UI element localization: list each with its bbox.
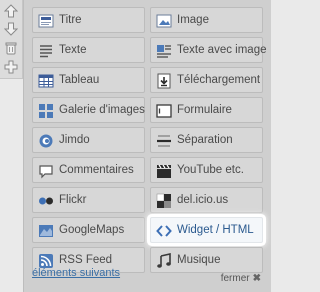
widget-button-googlemaps[interactable]: GoogleMaps xyxy=(32,217,145,243)
widget-label: Galerie d'images xyxy=(59,104,145,116)
jimdo-icon xyxy=(39,134,53,148)
widget-button-text-image[interactable]: Texte avec image xyxy=(150,37,267,63)
widget-label: Jimdo xyxy=(59,134,90,146)
widget-button-comments[interactable]: Commentaires xyxy=(32,157,145,183)
widget-button-title[interactable]: Titre xyxy=(32,7,145,33)
widget-button-jimdo[interactable]: Jimdo xyxy=(32,127,145,153)
close-label: fermer xyxy=(220,273,250,284)
widget-button-table[interactable]: Tableau xyxy=(32,67,145,93)
separator-icon xyxy=(157,135,171,147)
flickr-icon xyxy=(39,197,53,205)
widget-button-separator[interactable]: Séparation xyxy=(150,127,263,153)
title-icon xyxy=(38,14,54,28)
arrow-up-icon[interactable] xyxy=(4,4,18,18)
text-image-icon xyxy=(157,45,171,58)
text-icon xyxy=(40,45,52,58)
widget-label: Texte avec image xyxy=(177,44,267,56)
widget-button-gallery[interactable]: Galerie d'images xyxy=(32,97,145,123)
download-icon xyxy=(157,73,171,89)
widget-button-html[interactable]: Widget / HTML xyxy=(150,217,263,243)
music-icon xyxy=(157,253,171,268)
widget-label: GoogleMaps xyxy=(59,224,125,236)
widget-button-text[interactable]: Texte xyxy=(32,37,145,63)
widget-button-video[interactable]: YouTube etc. xyxy=(150,157,263,183)
close-icon: ✖ xyxy=(252,273,261,284)
widget-label: Formulaire xyxy=(177,104,232,116)
widget-button-music[interactable]: Musique xyxy=(150,247,263,273)
widget-label: Tableau xyxy=(59,74,100,86)
map-icon xyxy=(39,225,53,237)
widget-button-download[interactable]: Téléchargement xyxy=(150,67,263,93)
widget-label: del.icio.us xyxy=(177,194,229,206)
widget-label: Texte xyxy=(59,44,87,56)
widget-label: Widget / HTML xyxy=(177,224,254,236)
widget-button-form[interactable]: Formulaire xyxy=(150,97,263,123)
table-icon xyxy=(38,74,54,88)
widget-label: Commentaires xyxy=(59,164,134,176)
widget-label: Flickr xyxy=(59,194,87,206)
move-icon[interactable] xyxy=(4,60,18,74)
widget-label: Séparation xyxy=(177,134,233,146)
element-toolbar xyxy=(0,0,23,79)
widget-label: YouTube etc. xyxy=(177,164,244,176)
widget-button-flickr[interactable]: Flickr xyxy=(32,187,145,213)
trash-icon[interactable] xyxy=(4,41,18,55)
add-element-panel: Titre Image Texte Texte avec image Table… xyxy=(23,0,271,292)
widget-button-delicious[interactable]: del.icio.us xyxy=(150,187,263,213)
next-elements-link[interactable]: éléments suivants xyxy=(32,267,120,279)
code-icon xyxy=(156,225,172,237)
gallery-icon xyxy=(39,104,53,118)
image-icon xyxy=(156,14,172,28)
form-icon xyxy=(156,104,172,118)
arrow-down-icon[interactable] xyxy=(4,22,18,36)
widget-label: Téléchargement xyxy=(177,74,261,86)
widget-button-image[interactable]: Image xyxy=(150,7,263,33)
widget-label: Image xyxy=(177,14,209,26)
widget-label: RSS Feed xyxy=(59,254,113,266)
close-button[interactable]: fermer ✖ xyxy=(221,273,261,284)
widget-label: Musique xyxy=(177,254,221,266)
comments-icon xyxy=(39,165,53,179)
widget-label: Titre xyxy=(59,14,82,26)
delicious-icon xyxy=(156,193,171,208)
video-icon xyxy=(157,164,171,178)
